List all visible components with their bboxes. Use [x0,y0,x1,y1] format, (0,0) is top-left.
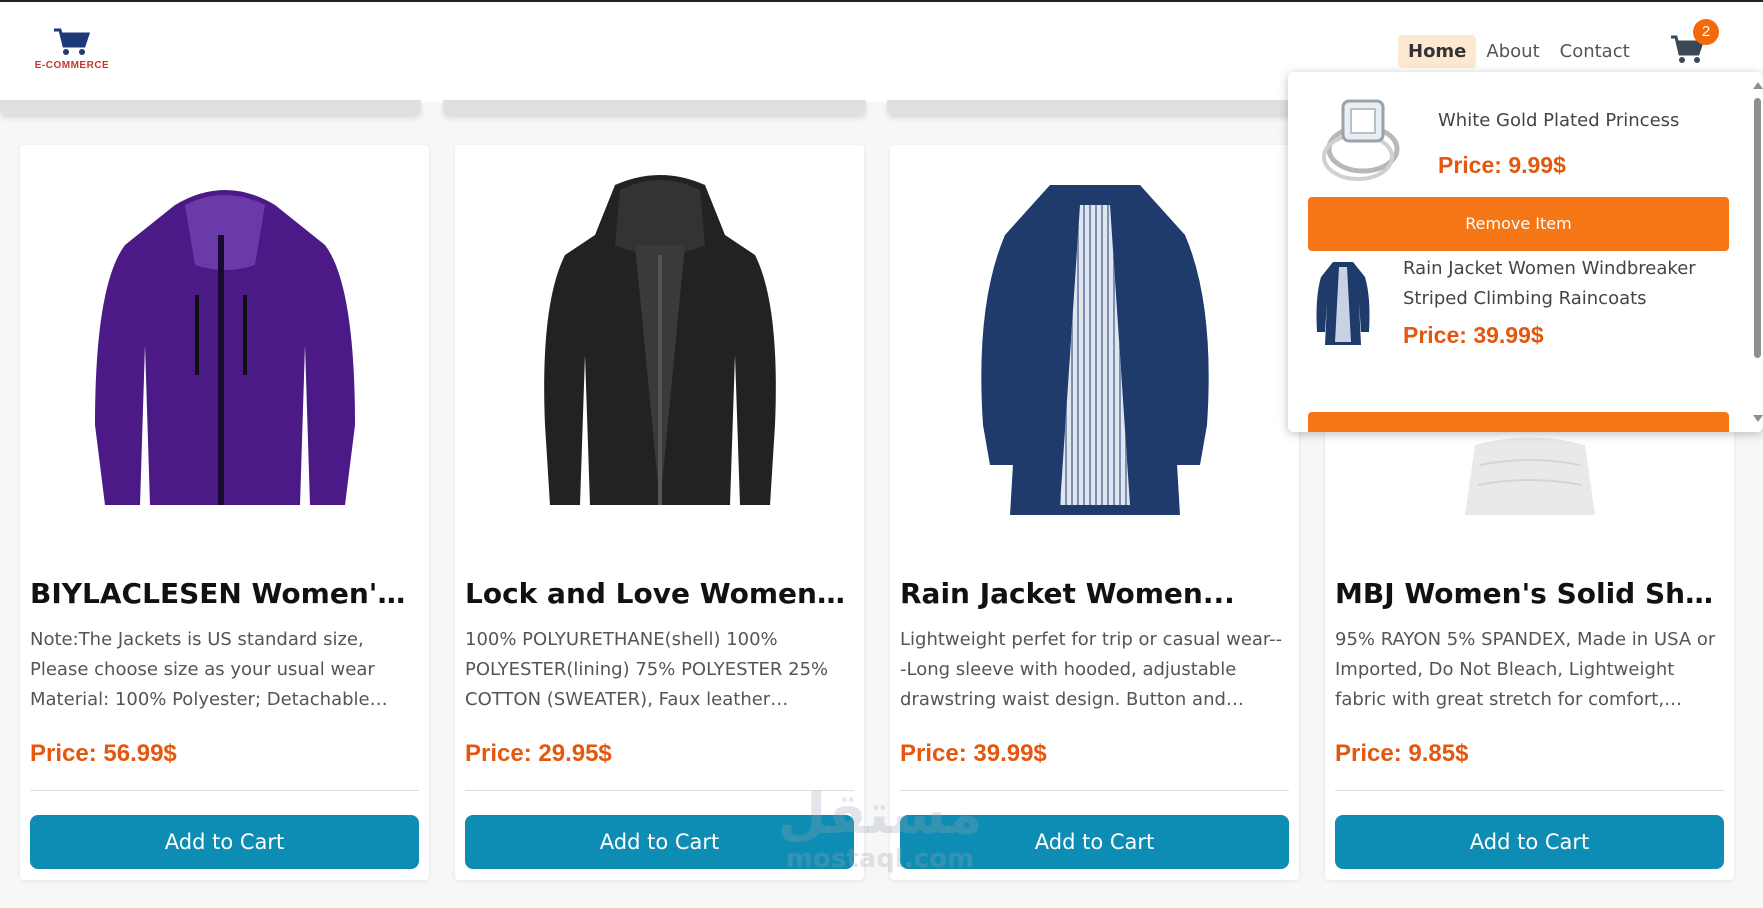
logo[interactable]: E-COMMERCE [30,26,114,78]
cart-item-thumbnail [1298,254,1388,349]
cart-count-badge: 2 [1693,19,1719,45]
product-price: Price: 39.99$ [900,740,1047,767]
cart-item-name: White Gold Plated Princess [1438,110,1680,131]
product-title[interactable]: MBJ Women's Solid Shor... [1335,577,1720,610]
page: E-COMMERCE Home About Contact 2 BIYLACLE… [0,0,1763,908]
add-to-cart-button[interactable]: Add to Cart [1335,815,1724,869]
cart-item-price: Price: 39.99$ [1403,322,1544,348]
cart-item-price: Price: 9.99$ [1438,152,1566,178]
navy-rain-jacket-image [980,185,1209,515]
remove-item-button[interactable]: Remove Item [1308,412,1729,432]
nav-contact[interactable]: Contact [1550,35,1640,68]
watermark: مستقل mostaql.com [770,782,990,874]
product-price: Price: 9.85$ [1335,740,1469,767]
remove-item-button[interactable]: Remove Item [1308,197,1729,251]
nav-about[interactable]: About [1476,35,1549,68]
product-description: 100% POLYURETHANE(shell) 100% POLYESTER(… [465,629,829,710]
scrollbar-thumb[interactable] [1754,98,1761,358]
divider [1335,790,1724,791]
product-image[interactable] [455,155,864,535]
product-price: Price: 29.95$ [465,740,612,767]
rain-jacket-thumb-image [1316,261,1370,345]
logo-text: E-COMMERCE [34,60,110,71]
card-shadow [0,100,421,114]
main-nav: Home About Contact [1398,35,1640,68]
product-image[interactable] [890,155,1299,535]
cart-logo-icon [54,28,91,55]
product-title[interactable]: Lock and Love Women's... [465,577,850,610]
card-shadow [443,100,866,114]
nav-home[interactable]: Home [1398,35,1477,68]
divider [30,790,419,791]
product-card: Lock and Love Women's... 100% POLYURETHA… [455,145,864,880]
cart-button[interactable]: 2 [1670,19,1719,74]
purple-jacket-image [94,190,355,505]
product-description: Note:The Jackets is US standard size, Pl… [30,629,375,710]
dropdown-scrollbar[interactable] [1752,78,1763,428]
add-to-cart-button[interactable]: Add to Cart [30,815,419,869]
black-leather-jacket-image [543,175,776,505]
cart-item-thumbnail [1318,87,1408,187]
scroll-up-arrow-icon[interactable] [1753,82,1763,89]
cart-dropdown: White Gold Plated Princess Price: 9.99$ … [1288,72,1763,432]
scroll-down-arrow-icon[interactable] [1753,415,1763,422]
cart-item-name: Rain Jacket Women Windbreaker Striped Cl… [1403,258,1696,309]
card-shadow [887,100,1311,114]
product-card: BIYLACLESEN Women's 3... Note:The Jacket… [20,145,429,880]
product-image[interactable] [20,155,429,535]
product-price: Price: 56.99$ [30,740,177,767]
product-title[interactable]: Rain Jacket Women... [900,577,1285,610]
product-description: Lightweight perfet for trip or casual we… [900,629,1283,710]
watermark-latin: mostaql.com [785,844,975,874]
ring-image [1322,99,1400,181]
product-description: 95% RAYON 5% SPANDEX, Made in USA or Imp… [1335,629,1716,710]
product-title[interactable]: BIYLACLESEN Women's 3... [30,577,415,610]
watermark-arabic: مستقل [777,782,983,847]
product-card: Rain Jacket Women... Lightweight perfet … [890,145,1299,880]
